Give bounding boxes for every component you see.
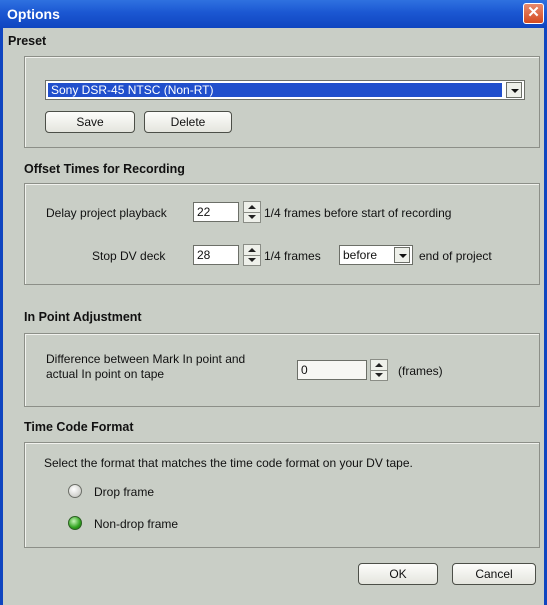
stop-when-arrow[interactable] bbox=[394, 247, 410, 263]
spinner-up-icon[interactable] bbox=[248, 205, 256, 209]
stop-label: Stop DV deck bbox=[92, 249, 166, 263]
delay-label: Delay project playback bbox=[46, 206, 167, 220]
inpoint-section-title: In Point Adjustment bbox=[24, 310, 142, 324]
offset-panel bbox=[24, 183, 540, 285]
spinner-divider bbox=[244, 212, 260, 213]
close-icon: ✕ bbox=[527, 4, 540, 21]
title-bar[interactable]: Options ✕ bbox=[0, 0, 547, 28]
spinner-divider bbox=[244, 255, 260, 256]
delay-suffix: 1/4 frames before start of recording bbox=[264, 206, 452, 220]
chevron-down-icon bbox=[399, 254, 407, 258]
spinner-down-icon[interactable] bbox=[248, 215, 256, 219]
preset-panel bbox=[24, 56, 540, 148]
spinner-up-icon[interactable] bbox=[248, 248, 256, 252]
inpoint-desc-line2: actual In point on tape bbox=[46, 367, 165, 381]
delay-input[interactable]: 22 bbox=[193, 202, 239, 222]
spinner-down-icon[interactable] bbox=[248, 258, 256, 262]
ok-button[interactable]: OK bbox=[358, 563, 438, 585]
delete-button[interactable]: Delete bbox=[144, 111, 232, 133]
chevron-down-icon bbox=[511, 89, 519, 93]
stop-spinner[interactable] bbox=[243, 244, 261, 266]
stop-end-label: end of project bbox=[419, 249, 492, 263]
spinner-up-icon[interactable] bbox=[375, 363, 383, 367]
stop-when-value: before bbox=[343, 248, 378, 262]
inpoint-unit: (frames) bbox=[398, 364, 443, 378]
preset-dropdown-arrow[interactable] bbox=[506, 82, 522, 98]
offset-section-title: Offset Times for Recording bbox=[24, 162, 185, 176]
preset-dropdown[interactable]: Sony DSR-45 NTSC (Non-RT) bbox=[45, 80, 525, 100]
stop-suffix: 1/4 frames bbox=[264, 249, 321, 263]
window-title: Options bbox=[7, 6, 60, 22]
stop-input[interactable]: 28 bbox=[193, 245, 239, 265]
spinner-divider bbox=[371, 370, 387, 371]
timecode-section-title: Time Code Format bbox=[24, 420, 134, 434]
cancel-button[interactable]: Cancel bbox=[452, 563, 536, 585]
delay-spinner[interactable] bbox=[243, 201, 261, 223]
inpoint-spinner[interactable] bbox=[370, 359, 388, 381]
non-drop-frame-radio[interactable] bbox=[68, 516, 82, 530]
inpoint-input[interactable]: 0 bbox=[297, 360, 367, 380]
drop-frame-label[interactable]: Drop frame bbox=[94, 485, 154, 499]
close-button[interactable]: ✕ bbox=[523, 3, 544, 24]
timecode-instruction: Select the format that matches the time … bbox=[44, 456, 413, 470]
window-frame-left bbox=[0, 28, 3, 605]
inpoint-desc-line1: Difference between Mark In point and bbox=[46, 352, 246, 366]
spinner-down-icon[interactable] bbox=[375, 373, 383, 377]
save-button[interactable]: Save bbox=[45, 111, 135, 133]
stop-when-dropdown[interactable]: before bbox=[339, 245, 413, 265]
preset-section-title: Preset bbox=[8, 34, 47, 48]
non-drop-frame-label[interactable]: Non-drop frame bbox=[94, 517, 178, 531]
preset-selected-value: Sony DSR-45 NTSC (Non-RT) bbox=[48, 83, 502, 97]
drop-frame-radio[interactable] bbox=[68, 484, 82, 498]
